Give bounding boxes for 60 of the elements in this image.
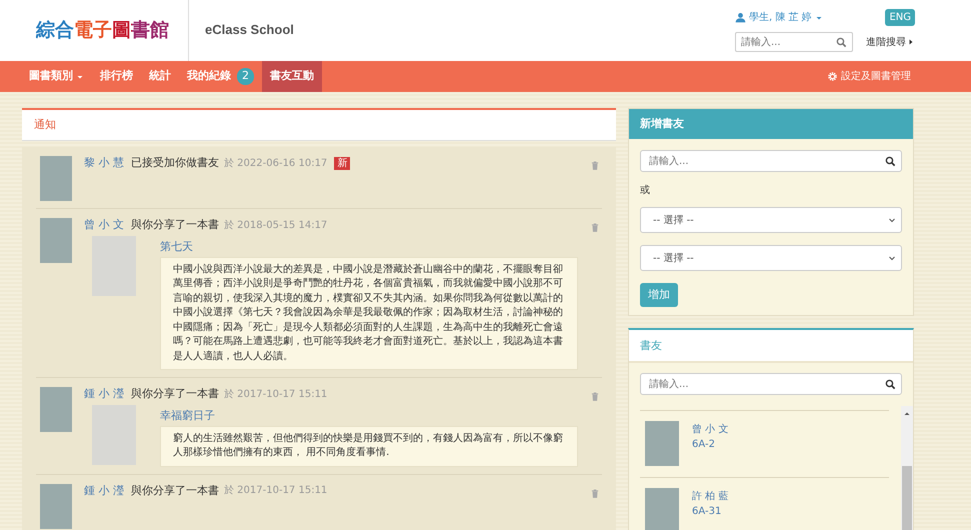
settings-icon <box>827 71 838 82</box>
notification-text: 與你分享了一本書 <box>131 218 219 232</box>
delete-icon <box>590 160 600 171</box>
friend-name-link[interactable]: 曾 小 文 <box>692 423 728 436</box>
avatar-photo-placeholder <box>40 484 72 529</box>
avatar-photo-placeholder <box>40 218 72 263</box>
search-icon <box>885 156 896 166</box>
book-title-link[interactable]: 幸福窮日子 <box>160 409 578 424</box>
select-dropdown[interactable]: -- 選擇 -- <box>640 245 902 271</box>
book-title-link[interactable]: 第七天 <box>160 240 578 255</box>
school-name: eClass School <box>205 22 294 39</box>
friend-name-link[interactable]: 鍾 小 瀅 <box>84 387 124 402</box>
avatar-photo-placeholder <box>645 488 679 530</box>
class-label: 6A-31 <box>692 505 722 518</box>
nav-tab[interactable]: 書友互動 <box>262 61 322 92</box>
friend-name-link[interactable]: 曾 小 文 <box>84 218 124 232</box>
nav-tab[interactable]: 圖書類別 <box>21 61 92 92</box>
search-field[interactable]: 請輸入... <box>640 373 902 396</box>
delete-icon <box>590 488 600 499</box>
friend-name-link[interactable]: 鍾 小 瀅 <box>84 484 124 498</box>
notification-text: 與你分享了一本書 <box>131 387 219 402</box>
or-label: 或 <box>640 184 651 197</box>
avatar-photo-placeholder <box>645 421 679 466</box>
timestamp: 於 2022-06-16 10:17 <box>224 156 328 170</box>
friend-name-link[interactable]: 黎 小 慧 <box>84 156 124 170</box>
friend-name-link[interactable]: 許 柏 藍 <box>692 490 728 504</box>
chevron-icon <box>888 254 896 262</box>
search-icon <box>836 36 847 48</box>
language-button[interactable]: ENG <box>885 9 915 26</box>
search-field[interactable]: 請輸入... <box>640 150 902 172</box>
user-menu[interactable]: 學生, 陳 芷 婷 <box>735 11 823 24</box>
review-text: 窮人的生活雖然艱苦，但他們得到的快樂是用錢買不到的，有錢人因為富有，所以不像窮人那樣珍惜他們擁有的東西， 用不同角度看事情. <box>160 426 578 467</box>
count-badge: 2 <box>237 68 254 85</box>
avatar-photo-placeholder <box>40 387 72 432</box>
search-icon <box>885 378 896 390</box>
nav-tab[interactable]: 排行榜 <box>92 61 141 92</box>
panel-title: 通知 <box>34 118 56 132</box>
panel-title: 新增書友 <box>640 116 684 132</box>
timestamp: 於 2018-05-15 14:17 <box>224 218 328 232</box>
search-field[interactable]: 請輸入... <box>735 32 853 52</box>
timestamp: 於 2017-10-17 15:11 <box>224 388 328 401</box>
notification-text: 已接受加你做書友 <box>131 156 219 170</box>
new-badge: 新 <box>334 156 350 170</box>
avatar-photo-placeholder <box>40 156 72 201</box>
advanced-search-link[interactable]: 進階搜尋 <box>866 36 915 48</box>
class-label: 6A-2 <box>692 438 716 452</box>
timestamp: 於 2017-10-17 15:11 <box>224 484 328 498</box>
delete-icon <box>590 222 600 233</box>
user-icon <box>735 12 746 23</box>
caret-icon <box>907 38 915 46</box>
select-dropdown[interactable]: -- 選擇 -- <box>640 207 902 233</box>
nav-tab[interactable]: 統計 <box>141 61 179 92</box>
add-button[interactable]: 增加 <box>640 283 678 308</box>
nav-tab[interactable]: 我的紀錄 2 <box>179 61 262 92</box>
panel-title: 書友 <box>640 338 662 353</box>
notification-text: 與你分享了一本書 <box>131 484 219 498</box>
review-text: 中國小說與西洋小說最大的差異是，中國小說是潛藏於蒼山幽谷中的蘭花，不擺眼奪目卻萬里傳香；西洋小說則是爭奇鬥艷的牡丹花，各個富貴福氣，而我就偏愛中國小說那不可言喻的親切，使我深入其境的魔力，樸實卻又不失其內涵。如果你問我為何從數以萬計的中國小說選擇《第七天？我會說因為余華是我最敬佩的作家；因為取材生活，討論神秘的中國隱痛；因為「死亡」是現今人類都必須面對的人生課題，生為高中生的我離死亡會遠嗎？可能在馬路上遭遇悲劇，也可能等我終老才會面對道死亡。基於以上，我認為這本書是人人適讀，也人人必讀。 <box>160 256 578 370</box>
delete-icon <box>590 391 600 402</box>
chevron-icon <box>888 216 896 224</box>
settings-link[interactable]: 設定及圖書管理 <box>827 61 971 92</box>
